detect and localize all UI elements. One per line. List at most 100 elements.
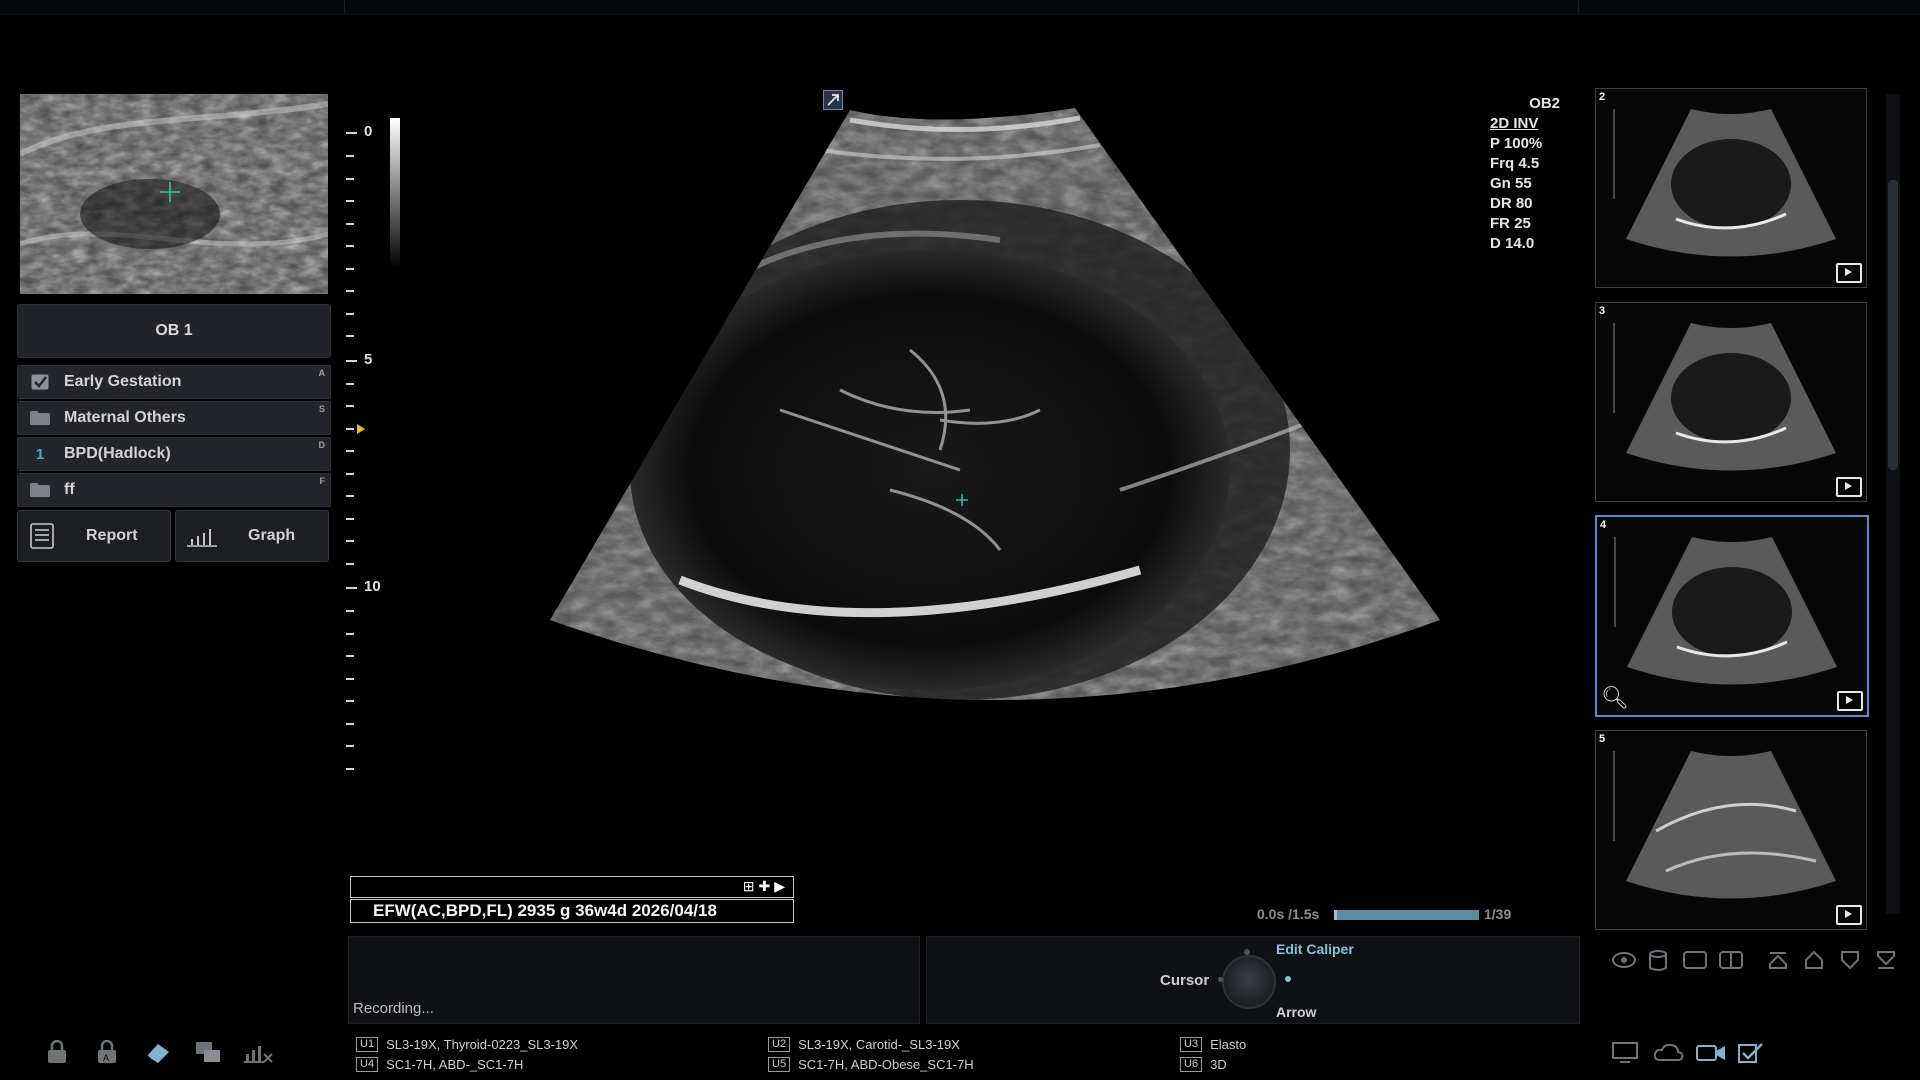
cloud-sync-icon[interactable] xyxy=(1653,1042,1684,1070)
preset-key: U2 xyxy=(768,1037,791,1052)
preset-label: SC1-7H, ABD-_SC1-7H xyxy=(386,1057,524,1072)
video-record-icon[interactable] xyxy=(1696,1042,1726,1070)
depth-tick xyxy=(346,610,354,612)
depth-tick xyxy=(346,335,354,337)
efw-measurement-text: EFW(AC,BPD,FL) 2935 g 36w4d 2026/04/18 xyxy=(373,901,717,920)
folder-icon xyxy=(28,483,52,497)
lock-alpha-icon[interactable]: A xyxy=(96,1039,118,1070)
report-icon xyxy=(30,523,54,549)
depth-scale: 0 5 10 xyxy=(342,120,382,780)
database-icon[interactable] xyxy=(1648,950,1668,978)
menu-item-label: BPD(Hadlock) xyxy=(64,445,171,462)
menu-item-bpd-hadlock[interactable]: 1 BPD(Hadlock) D xyxy=(17,437,331,471)
arrow-option[interactable]: Arrow xyxy=(1276,1004,1316,1020)
lock-icon[interactable] xyxy=(46,1039,68,1070)
checklist-icon[interactable] xyxy=(1738,1042,1764,1070)
depth-tick xyxy=(346,223,354,225)
recording-status: Recording... xyxy=(353,1000,434,1017)
page-bottom-icon[interactable] xyxy=(1875,950,1897,976)
thumbnail-scrollbar-thumb[interactable] xyxy=(1888,180,1898,470)
depth-tick xyxy=(346,723,354,725)
depth-tick xyxy=(346,245,354,247)
thumbnail-number: 5 xyxy=(1599,733,1606,745)
hotkey-label: D xyxy=(318,440,326,450)
depth-tick xyxy=(346,268,354,270)
focus-marker-icon[interactable] xyxy=(357,424,365,434)
thumbnail-number: 2 xyxy=(1599,91,1606,103)
eraser-icon[interactable] xyxy=(144,1040,172,1070)
menu-item-maternal-others[interactable]: Maternal Others S xyxy=(17,401,331,435)
cine-frame-counter: 1/39 xyxy=(1484,906,1512,922)
page-up-icon[interactable] xyxy=(1803,950,1825,976)
depth-tick xyxy=(346,633,354,635)
param-frame-rate: FR 25 xyxy=(1490,215,1531,232)
depth-tick xyxy=(346,587,357,589)
depth-tick xyxy=(346,405,354,407)
depth-tick xyxy=(346,655,354,657)
play-clip-icon[interactable] xyxy=(1837,691,1863,711)
play-clip-icon[interactable] xyxy=(1836,263,1862,283)
depth-label-0: 0 xyxy=(364,123,373,140)
param-power: P 100% xyxy=(1490,135,1543,152)
grayscale-bar xyxy=(390,118,400,268)
param-frequency: Frq 4.5 xyxy=(1490,155,1540,172)
menu-item-ff[interactable]: ff F xyxy=(17,473,331,507)
trackball-knob-icon[interactable] xyxy=(1222,955,1276,1009)
preset-label: Elasto xyxy=(1210,1037,1247,1052)
top-status-strip xyxy=(0,0,1920,15)
status-panel: Recording... xyxy=(348,936,920,1024)
ultrasound-image[interactable] xyxy=(440,90,1480,780)
preset-u5[interactable]: U5 SC1-7H, ABD-Obese_SC1-7H xyxy=(768,1057,974,1072)
play-clip-icon[interactable] xyxy=(1836,905,1862,925)
play-clip-icon[interactable] xyxy=(1836,477,1862,497)
trackball-cursor-label[interactable]: Cursor xyxy=(1160,972,1209,989)
monitor-icon[interactable] xyxy=(1612,1042,1638,1070)
preset-label: SL3-19X, Carotid-_SL3-19X xyxy=(798,1037,960,1052)
depth-tick xyxy=(346,132,357,134)
preset-key: U6 xyxy=(1180,1057,1203,1072)
knob-dot-icon xyxy=(1218,977,1223,982)
magnifier-icon[interactable]: 🔍︎ xyxy=(1601,685,1629,711)
report-button[interactable]: Report xyxy=(17,510,171,562)
preset-key: U4 xyxy=(356,1057,379,1072)
knob-dot-active-icon xyxy=(1285,976,1291,982)
knob-dot-icon xyxy=(1244,949,1250,955)
checkbox-icon[interactable] xyxy=(28,374,52,390)
depth-tick xyxy=(346,563,354,565)
cine-progress-bar[interactable] xyxy=(1334,910,1479,920)
imaging-mode[interactable]: 2D INV xyxy=(1490,114,1560,134)
folder-icon xyxy=(28,411,52,425)
param-depth: D 14.0 xyxy=(1490,235,1535,252)
depth-tick xyxy=(346,518,354,520)
preset-u4[interactable]: U4 SC1-7H, ABD-_SC1-7H xyxy=(356,1057,523,1072)
preset-u2[interactable]: U2 SL3-19X, Carotid-_SL3-19X xyxy=(768,1037,960,1052)
thumbnail-clip[interactable]: 5 xyxy=(1595,730,1867,930)
edit-caliper-option[interactable]: Edit Caliper xyxy=(1276,941,1354,957)
thumbnail-clip[interactable]: 2 xyxy=(1595,88,1867,288)
graph-delete-icon[interactable] xyxy=(242,1040,274,1070)
layers-icon[interactable] xyxy=(194,1040,222,1070)
page-down-icon[interactable] xyxy=(1839,950,1861,976)
graph-button[interactable]: Graph xyxy=(175,510,329,562)
depth-tick xyxy=(346,745,354,747)
exam-type-button[interactable]: OB 1 xyxy=(17,304,331,358)
preset-u3[interactable]: U3 Elasto xyxy=(1180,1037,1246,1052)
depth-tick xyxy=(346,178,354,180)
single-view-icon[interactable] xyxy=(1683,950,1707,976)
exam-preset-label: OB2 xyxy=(1529,95,1560,112)
depth-tick xyxy=(346,473,354,475)
page-top-icon[interactable] xyxy=(1767,950,1789,976)
depth-tick xyxy=(346,495,354,497)
depth-label-10: 10 xyxy=(364,578,381,595)
measurement-result-header[interactable]: ⊞✚▶ xyxy=(350,876,794,898)
probe-orientation-icon[interactable] xyxy=(823,90,843,110)
eye-settings-icon[interactable] xyxy=(1612,950,1636,976)
preset-label: SL3-19X, Thyroid-0223_SL3-19X xyxy=(386,1037,579,1052)
preset-u1[interactable]: U1 SL3-19X, Thyroid-0223_SL3-19X xyxy=(356,1037,578,1052)
preset-u6[interactable]: U6 3D xyxy=(1180,1057,1227,1072)
thumbnail-clip-selected[interactable]: 4 🔍︎ xyxy=(1595,515,1869,717)
expand-arrow-icon: ▶ xyxy=(774,878,789,894)
dual-view-icon[interactable] xyxy=(1719,950,1743,976)
menu-item-early-gestation[interactable]: Early Gestation A xyxy=(17,365,331,399)
thumbnail-clip[interactable]: 3 xyxy=(1595,302,1867,502)
